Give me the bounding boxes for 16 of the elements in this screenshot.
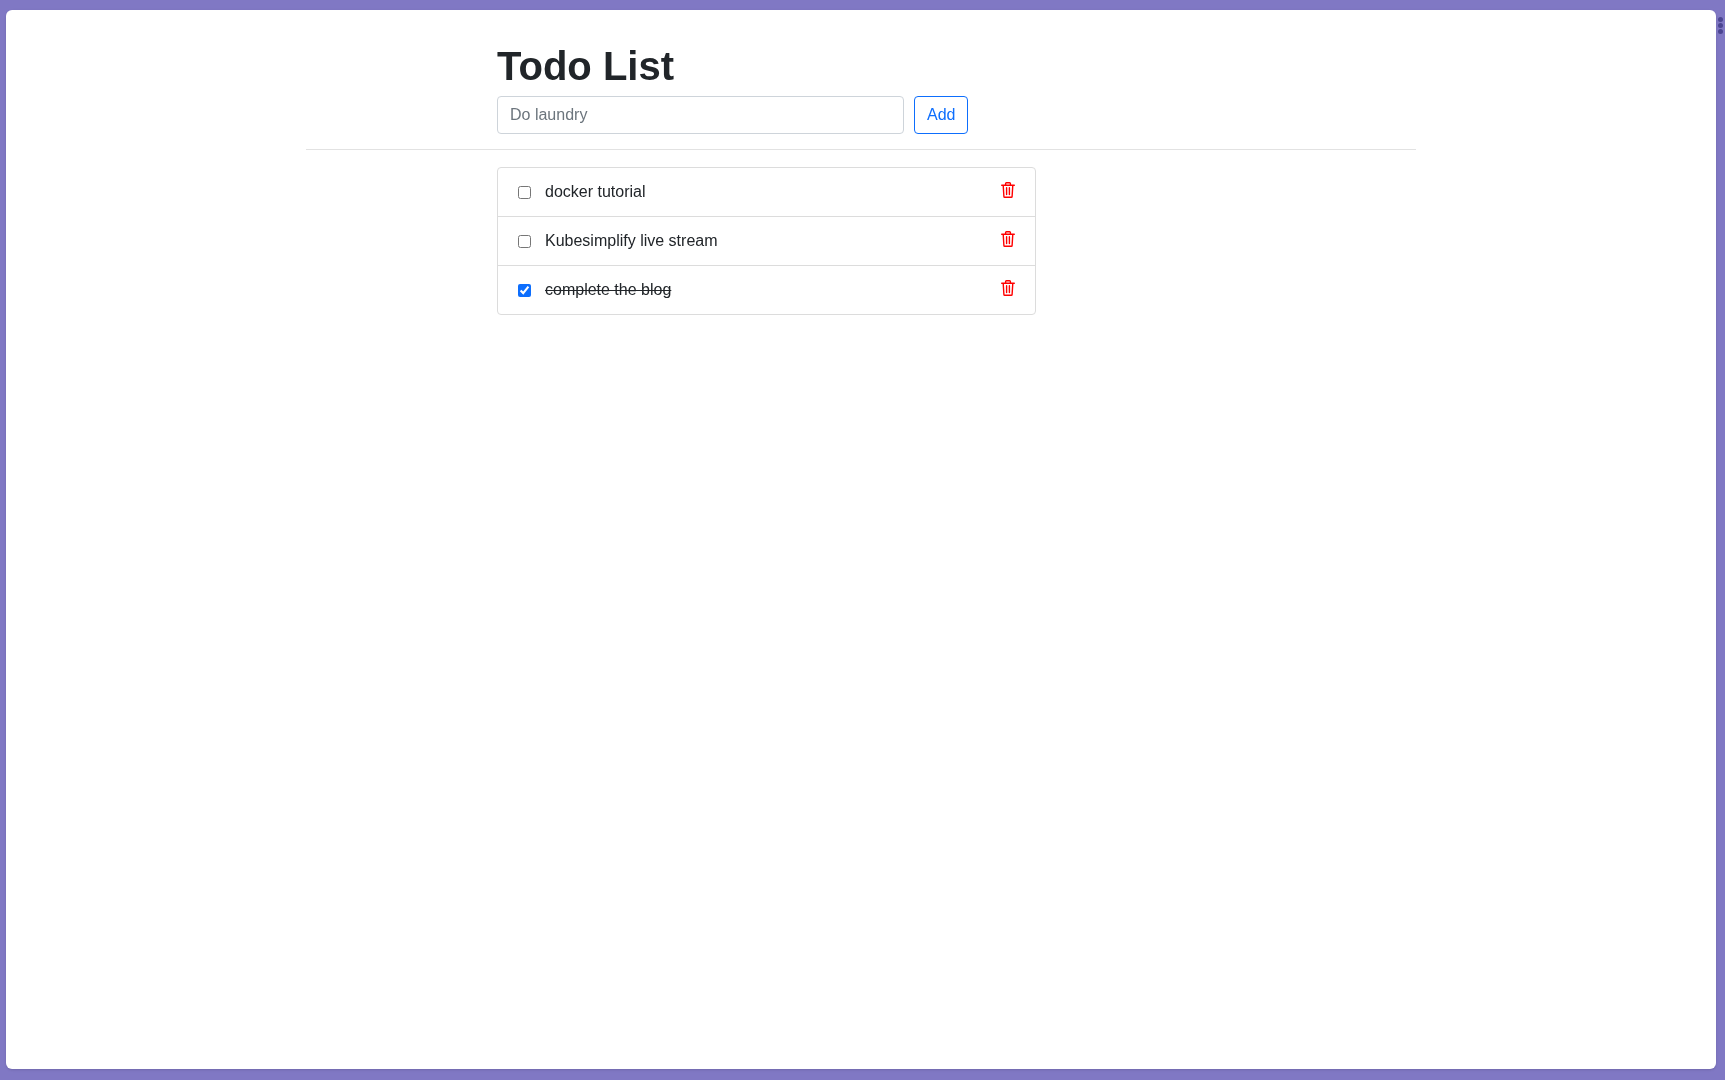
todo-text: Kubesimplify live stream: [545, 231, 718, 251]
trash-icon: [1001, 182, 1015, 198]
vertical-dots-icon: [1718, 17, 1723, 34]
add-button[interactable]: Add: [914, 96, 969, 134]
todo-checkbox[interactable]: [518, 284, 531, 297]
delete-button[interactable]: [1001, 231, 1015, 247]
todo-text: docker tutorial: [545, 182, 646, 202]
delete-button[interactable]: [1001, 280, 1015, 296]
todo-text: complete the blog: [545, 280, 672, 300]
trash-icon: [1001, 231, 1015, 247]
page-title: Todo List: [497, 43, 674, 90]
delete-button[interactable]: [1001, 182, 1015, 198]
todo-checkbox[interactable]: [518, 186, 531, 199]
trash-icon: [1001, 280, 1015, 296]
todo-checkbox[interactable]: [518, 235, 531, 248]
new-todo-field[interactable]: Do laundry: [497, 96, 904, 134]
